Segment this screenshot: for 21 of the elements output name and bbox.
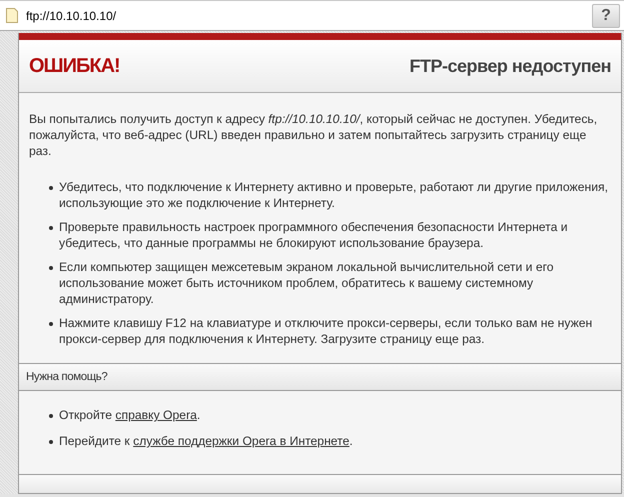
tip-text: Убедитесь, что подключение к Интернету активно и проверьте, работают ли другие приложения, использующие это же подключение к Интернету.: [59, 179, 610, 211]
tip-text: Нажмите клавишу F12 на клавиатуре и отключите прокси-серверы, если только вам не нужен прокси-сервер для подключения к Интернету. Загрузите страницу еще раз.: [59, 315, 594, 347]
help-button[interactable]: ?: [592, 4, 620, 28]
bullet-icon: [49, 440, 53, 444]
page-icon: [6, 8, 18, 23]
help-link[interactable]: справку Opera: [115, 408, 197, 422]
bullet-icon: [49, 322, 53, 326]
error-heading: FTP-сервер недоступен: [410, 56, 611, 76]
tip-text: Проверьте правильность настроек программного обеспечения безопасности Интернета и убедитесь, что данные программы не блокируют использование браузера.: [59, 219, 569, 251]
tip-text: Если компьютер защищен межсетевым экраном локальной вычислительной сети и его использование может быть источником проблем, обратитесь к вашему системному администратору.: [59, 259, 555, 307]
help-text: Откройте справку Opera.: [59, 407, 200, 423]
bullet-icon: [49, 226, 53, 230]
bullet-icon: [49, 266, 53, 270]
error-title: ОШИБКА!: [29, 54, 120, 78]
help-title: Нужна помощь?: [26, 371, 108, 383]
help-link[interactable]: службе поддержки Opera в Интернете: [133, 434, 350, 448]
url-field[interactable]: ftp://10.10.10.10/: [26, 8, 592, 22]
error-message: Вы попытались получить доступ к адресу ftp://10.10.10.10/, который сейчас не доступен. Убедитесь, пожалуйста, что веб-адрес (URL) введен правильно и затем попытайтесь загрузить страницу еще раз.: [29, 111, 598, 159]
bullet-icon: [49, 414, 53, 418]
bullet-icon: [49, 186, 53, 190]
help-text: Перейдите к службе поддержки Opera в Интернете.: [59, 433, 353, 449]
